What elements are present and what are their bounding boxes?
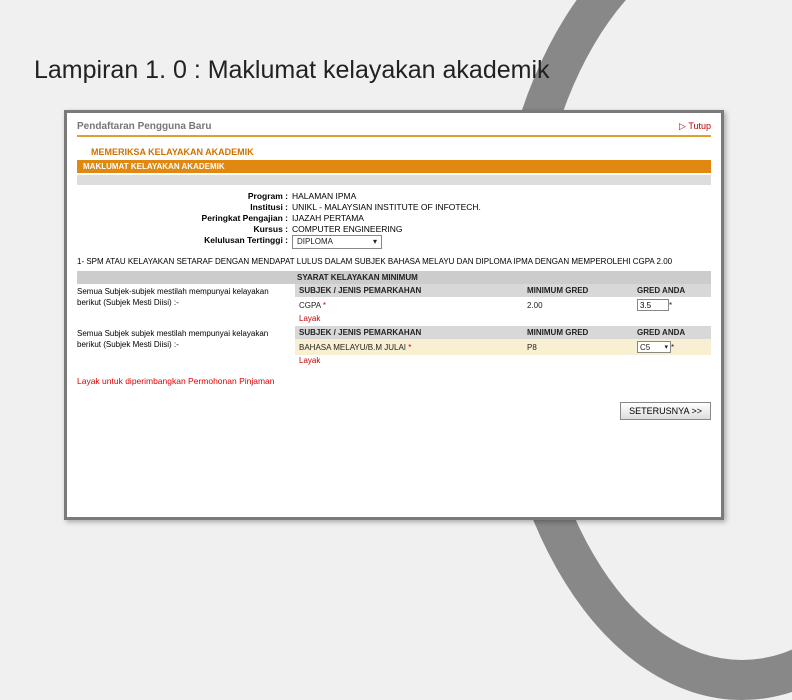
req2-layak: Layak xyxy=(295,355,711,366)
program-value: HALAMAN IPMA xyxy=(292,191,356,201)
kelulusan-dropdown[interactable]: DIPLOMA xyxy=(292,235,382,249)
hdr2-gred: GRED ANDA xyxy=(637,328,707,337)
divider xyxy=(77,175,711,185)
hdr-gred: GRED ANDA xyxy=(637,286,707,295)
requirement-description: 1- SPM ATAU KELAYAKAN SETARAF DENGAN MEN… xyxy=(77,257,711,267)
req2-left-text: Semua Subjek subjek mestilah mempunyai k… xyxy=(77,326,295,366)
section-bar: MAKLUMAT KELAYAKAN AKADEMIK xyxy=(77,160,711,173)
hdr2-min: MINIMUM GRED xyxy=(527,328,637,337)
info-row-kelulusan: Kelulusan Tertinggi : DIPLOMA xyxy=(77,235,711,249)
requirement-block-1: Semua Subjek-subjek mestilah mempunyai k… xyxy=(77,284,711,324)
req1-layak: Layak xyxy=(295,313,711,324)
hdr-min: MINIMUM GRED xyxy=(527,286,637,295)
hdr-subjek: SUBJEK / JENIS PEMARKAHAN xyxy=(299,286,527,295)
close-button[interactable]: Tutup xyxy=(679,121,711,132)
requirement-block-2: Semua Subjek subjek mestilah mempunyai k… xyxy=(77,326,711,366)
kelulusan-label: Kelulusan Tertinggi : xyxy=(77,235,292,249)
req2-header-row: SUBJEK / JENIS PEMARKAHAN MINIMUM GRED G… xyxy=(295,326,711,339)
eligibility-message: Layak untuk diperimbangkan Permohonan Pi… xyxy=(77,376,711,386)
kursus-value: COMPUTER ENGINEERING xyxy=(292,224,403,234)
req2-data-row: BAHASA MELAYU/B.M JULAI * P8 C5 * xyxy=(295,339,711,355)
slide-title: Lampiran 1. 0 : Maklumat kelayakan akade… xyxy=(34,56,550,85)
info-row-program: Program : HALAMAN IPMA xyxy=(77,191,711,201)
req2-subjek: BAHASA MELAYU/B.M JULAI * xyxy=(299,343,527,352)
app-window: Pendaftaran Pengguna Baru Tutup MEMERIKS… xyxy=(64,110,724,520)
page-title: Pendaftaran Pengguna Baru xyxy=(77,121,211,132)
info-row-peringkat: Peringkat Pengajian : IJAZAH PERTAMA xyxy=(77,213,711,223)
info-row-institusi: Institusi : UNIKL - MALAYSIAN INSTITUTE … xyxy=(77,202,711,212)
kelulusan-value: DIPLOMA xyxy=(297,236,333,248)
req1-right: SUBJEK / JENIS PEMARKAHAN MINIMUM GRED G… xyxy=(295,284,711,324)
info-block: Program : HALAMAN IPMA Institusi : UNIKL… xyxy=(77,191,711,249)
hdr2-subjek: SUBJEK / JENIS PEMARKAHAN xyxy=(299,328,527,337)
institusi-value: UNIKL - MALAYSIAN INSTITUTE OF INFOTECH. xyxy=(292,202,481,212)
top-bar: Pendaftaran Pengguna Baru Tutup xyxy=(77,121,711,137)
req1-subjek: CGPA * xyxy=(299,301,527,310)
req2-right: SUBJEK / JENIS PEMARKAHAN MINIMUM GRED G… xyxy=(295,326,711,366)
info-row-kursus: Kursus : COMPUTER ENGINEERING xyxy=(77,224,711,234)
req1-left-text: Semua Subjek-subjek mestilah mempunyai k… xyxy=(77,284,295,324)
bm-gred-dropdown[interactable]: C5 xyxy=(637,341,671,353)
peringkat-label: Peringkat Pengajian : xyxy=(77,213,292,223)
section-heading: MEMERIKSA KELAYAKAN AKADEMIK xyxy=(91,147,711,157)
kursus-label: Kursus : xyxy=(77,224,292,234)
syarat-header: SYARAT KELAYAKAN MINIMUM xyxy=(77,271,711,284)
req1-header-row: SUBJEK / JENIS PEMARKAHAN MINIMUM GRED G… xyxy=(295,284,711,297)
req2-gred-cell: C5 * xyxy=(637,341,707,353)
peringkat-value: IJAZAH PERTAMA xyxy=(292,213,364,223)
next-button[interactable]: SETERUSNYA >> xyxy=(620,402,711,420)
req1-gred-cell: * xyxy=(637,299,707,311)
program-label: Program : xyxy=(77,191,292,201)
req2-min: P8 xyxy=(527,343,637,352)
institusi-label: Institusi : xyxy=(77,202,292,212)
req1-data-row: CGPA * 2.00 * xyxy=(295,297,711,313)
req1-min: 2.00 xyxy=(527,301,637,310)
cgpa-input[interactable] xyxy=(637,299,669,311)
